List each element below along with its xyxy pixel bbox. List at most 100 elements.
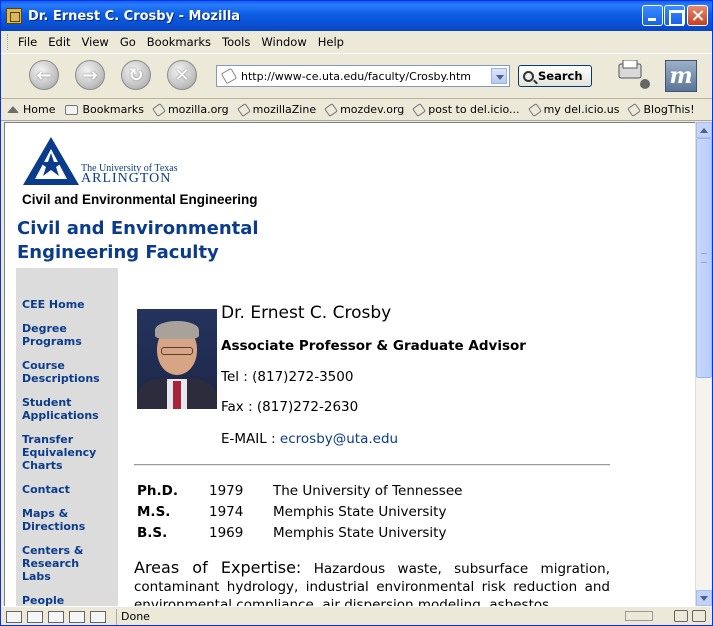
sidebar-item-contact[interactable]: Contact <box>22 483 118 496</box>
faculty-position: Associate Professor & Graduate Advisor <box>221 338 526 354</box>
navigator-icon[interactable] <box>6 610 22 623</box>
menu-bookmarks[interactable]: Bookmarks <box>147 35 211 49</box>
bookmarks-toolbar: Home Bookmarks mozilla.org mozillaZine m… <box>1 99 712 121</box>
sidebar-item-course-descriptions[interactable]: Course Descriptions <box>22 359 112 385</box>
bookmark-post-delicious[interactable]: post to del.icio... <box>412 102 520 117</box>
stop-button[interactable]: ✕ <box>167 60 197 90</box>
degree-name: Ph.D. <box>137 483 178 499</box>
sidebar-item-centers-labs[interactable]: Centers & Research Labs <box>22 544 92 583</box>
section-divider <box>134 464 610 466</box>
degree-school: Memphis State University <box>273 525 447 541</box>
addressbook-icon[interactable] <box>48 610 64 623</box>
forward-button[interactable]: → <box>75 60 105 90</box>
url-input[interactable] <box>241 69 491 83</box>
menu-edit[interactable]: Edit <box>48 35 70 49</box>
menu-tools[interactable]: Tools <box>222 35 250 49</box>
photo-hair <box>155 321 199 339</box>
search-button[interactable]: Search <box>518 65 592 87</box>
department-name: Civil and Environmental Engineering <box>22 192 258 207</box>
sidebar-item-maps-directions[interactable]: Maps & Directions <box>22 507 94 533</box>
degree-school: The University of Tennessee <box>273 483 463 499</box>
photo-tie <box>173 381 181 409</box>
mozilla-app-icon[interactable] <box>6 8 22 24</box>
degree-row: B.S. 1969 Memphis State University <box>137 525 446 541</box>
menu-file[interactable]: File <box>18 35 37 49</box>
bookmark-icon <box>627 102 642 117</box>
status-bar: Done <box>1 606 712 626</box>
mozilla-throbber-icon[interactable]: m <box>665 60 697 92</box>
close-button[interactable] <box>687 5 708 26</box>
stop-x-icon: ✕ <box>174 64 190 86</box>
vertical-scrollbar[interactable] <box>695 122 712 606</box>
bookmark-mozdev[interactable]: mozdev.org <box>324 102 404 117</box>
bookmark-icon <box>527 102 542 117</box>
title-bar[interactable]: Dr. Ernest C. Crosby - Mozilla <box>1 1 712 31</box>
home-icon <box>7 106 19 113</box>
navigation-toolbar: ← → ↻ ✕ Search m <box>1 53 712 99</box>
sidebar-item-people[interactable]: People <box>22 594 118 606</box>
irc-chat-icon[interactable] <box>90 610 106 623</box>
faculty-fax: Fax : (817)272-2630 <box>221 399 359 415</box>
folder-icon <box>65 104 79 115</box>
menu-window[interactable]: Window <box>261 35 306 49</box>
print-icon[interactable] <box>615 60 653 90</box>
bookmark-my-delicious[interactable]: my del.icio.us <box>527 102 619 117</box>
bookmark-icon <box>412 102 427 117</box>
degree-row: M.S. 1974 Memphis State University <box>137 504 446 520</box>
bookmark-mozillazine[interactable]: mozillaZine <box>236 102 316 117</box>
page-proxy-icon[interactable] <box>220 67 238 85</box>
toolbar-grip[interactable] <box>7 34 10 50</box>
url-dropdown-button[interactable] <box>491 68 507 84</box>
sidebar-nav: CEE Home Degree Programs Course Descript… <box>16 268 118 606</box>
university-name-line2: ARLINGTON <box>81 171 172 186</box>
degree-year: 1979 <box>209 483 244 499</box>
menu-go[interactable]: Go <box>120 35 136 49</box>
composer-icon[interactable] <box>69 610 85 623</box>
menu-help[interactable]: Help <box>318 35 344 49</box>
status-text: Done <box>116 608 150 625</box>
faculty-telephone: Tel : (817)272-3500 <box>221 369 354 385</box>
window-title: Dr. Ernest C. Crosby - Mozilla <box>28 8 241 24</box>
bookmark-icon <box>324 102 339 117</box>
maximize-button[interactable] <box>664 5 685 26</box>
page-title: Civil and Environmental Engineering Facu… <box>17 218 259 263</box>
degree-year: 1969 <box>209 525 244 541</box>
minimize-button[interactable] <box>642 5 663 26</box>
bookmark-blogthis[interactable]: BlogThis! <box>627 102 695 117</box>
bookmark-mozilla-org[interactable]: mozilla.org <box>151 102 229 117</box>
url-bar[interactable] <box>216 65 510 87</box>
mail-icon[interactable] <box>27 610 43 623</box>
scroll-down-button[interactable] <box>696 590 712 606</box>
scrollbar-thumb[interactable] <box>696 138 712 378</box>
sidebar-item-degree-programs[interactable]: Degree Programs <box>22 322 92 348</box>
progress-meter <box>625 611 653 621</box>
security-lock-icon[interactable] <box>692 610 706 622</box>
photo-glasses <box>161 347 193 355</box>
page-content[interactable]: The University of Texas ARLINGTON Civil … <box>4 122 695 606</box>
reload-button[interactable]: ↻ <box>121 60 151 90</box>
back-arrow-icon: ← <box>36 64 52 86</box>
areas-of-expertise: Areas of Expertise: Hazardous waste, sub… <box>134 558 610 607</box>
back-button[interactable]: ← <box>29 60 59 90</box>
degree-school: Memphis State University <box>273 504 447 520</box>
menu-view[interactable]: View <box>82 35 109 49</box>
sidebar-item-transfer-equivalency[interactable]: Transfer Equivalency Charts <box>22 433 112 472</box>
email-link[interactable]: ecrosby@uta.edu <box>280 431 398 447</box>
faculty-email-row: E-MAIL : ecrosby@uta.edu <box>221 431 398 447</box>
popup-blocked-icon[interactable] <box>674 610 688 622</box>
reload-icon: ↻ <box>128 64 144 86</box>
faculty-photo <box>137 309 217 409</box>
degree-name: M.S. <box>137 504 171 520</box>
menu-bar: File Edit View Go Bookmarks Tools Window… <box>1 31 712 53</box>
faculty-name: Dr. Ernest C. Crosby <box>221 303 392 323</box>
uta-star-logo-icon <box>23 137 79 185</box>
forward-arrow-icon: → <box>82 64 98 86</box>
sidebar-item-cee-home[interactable]: CEE Home <box>22 298 118 311</box>
expertise-heading: Areas of Expertise: <box>134 558 302 577</box>
bookmark-folder[interactable]: Bookmarks <box>65 103 144 116</box>
scroll-up-button[interactable] <box>696 122 712 138</box>
search-button-label: Search <box>538 69 583 83</box>
sidebar-item-student-applications[interactable]: Student Applications <box>22 396 112 422</box>
bookmark-home[interactable]: Home <box>7 103 55 116</box>
browser-window: Dr. Ernest C. Crosby - Mozilla File Edit… <box>0 0 713 626</box>
